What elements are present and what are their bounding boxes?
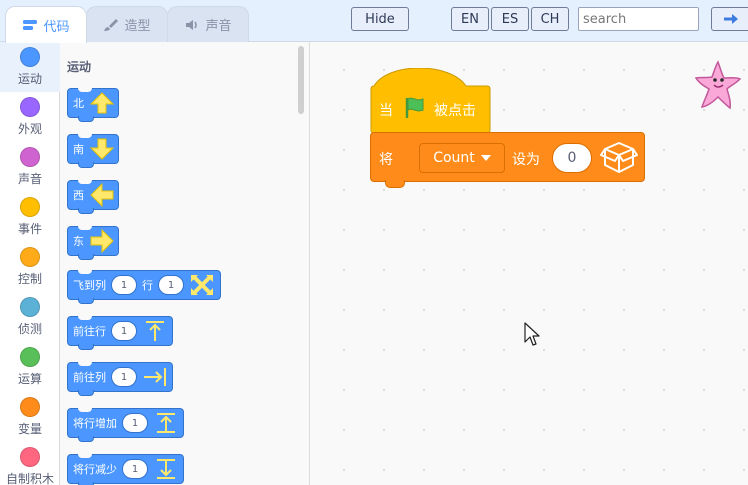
block-label: 北 [73,97,84,110]
category-sound[interactable]: 声音 [0,142,60,192]
category-events[interactable]: 事件 [0,192,60,242]
category-dot [20,47,40,67]
block-label: 将行减少 [73,463,117,476]
category-my-blocks[interactable]: 自制积木 [0,442,60,485]
set-middle-label: 设为 [512,152,540,168]
category-control[interactable]: 控制 [0,242,60,292]
block-label: 西 [73,189,84,202]
tab-code-label: 代码 [43,19,70,35]
hat-suffix-label: 被点击 [434,103,476,119]
arrow-up-bar-icon [146,321,164,341]
category-variables[interactable]: 变量 [0,392,60,442]
category-dot [20,347,40,367]
category-label: 侦测 [17,322,42,336]
palette-block-row-increase[interactable]: 将行增加 1 [67,408,184,442]
block-palette: 运动 北 南 西 东 飞到列 1 行 1 前往行 1 前往列 1 将行增加 1 … [60,42,310,485]
category-dot [20,297,40,317]
category-dot [20,397,40,417]
hat-prefix-label: 当 [379,103,393,119]
column-input[interactable]: 1 [111,275,137,295]
tab-sounds-label: 声音 [205,19,232,34]
amount-input[interactable]: 1 [122,459,148,479]
top-bar: 代码 造型 声音 Hide EN ES CH [0,0,748,43]
category-dot [20,197,40,217]
category-dot [20,247,40,267]
go-button[interactable] [711,7,748,31]
arrow-down-bar-icon [157,459,175,479]
category-dot [20,97,40,117]
variable-dropdown[interactable]: Count [419,143,505,173]
set-variable-block[interactable]: 将 Count 设为 0 [370,132,645,188]
tab-code[interactable]: 代码 [5,6,87,43]
category-label: 变量 [17,422,42,436]
column-input[interactable]: 1 [111,367,137,387]
amount-input[interactable]: 1 [122,413,148,433]
category-dot [20,447,40,467]
block-label: 飞到列 [73,279,106,292]
mouse-cursor-icon [524,322,540,346]
palette-section-title: 运动 [67,60,92,74]
block-label: 南 [73,143,84,156]
category-menu: 运动 外观 声音 事件 控制 侦测 运算 变量 自制积木 [0,42,60,485]
script-workspace[interactable]: 当 被点击 将 Count 设为 0 [310,42,748,485]
palette-block-south[interactable]: 南 [67,134,119,168]
category-motion[interactable]: 运动 [0,42,60,92]
lang-es-button[interactable]: ES [491,7,529,31]
block-label: 前往列 [73,371,106,384]
tab-costumes-label: 造型 [124,19,151,34]
green-flag-icon [405,97,424,118]
search-input[interactable] [578,7,699,31]
when-flag-clicked-block[interactable]: 当 被点击 [370,68,491,134]
palette-block-north[interactable]: 北 [67,88,119,122]
category-looks[interactable]: 外观 [0,92,60,142]
palette-scrollbar[interactable] [298,46,304,114]
arrow-left-icon [90,183,114,207]
speaker-icon [186,19,198,30]
starfish-sprite-icon[interactable] [694,60,742,110]
palette-block-fly-to[interactable]: 飞到列 1 行 1 [67,270,221,304]
set-prefix-label: 将 [379,152,393,168]
category-operators[interactable]: 运算 [0,342,60,392]
palette-block-go-to-row[interactable]: 前往行 1 [67,316,173,350]
row-input[interactable]: 1 [111,321,137,341]
palette-block-row-decrease[interactable]: 将行减少 1 [67,454,184,485]
hide-button[interactable]: Hide [351,7,409,31]
arrow-up-bar-icon [157,413,175,433]
palette-block-west[interactable]: 西 [67,180,119,214]
caret-down-icon [480,155,491,161]
category-dot [20,147,40,167]
lang-ch-button[interactable]: CH [531,7,569,31]
tab-costumes[interactable]: 造型 [86,6,168,42]
category-sensing[interactable]: 侦测 [0,292,60,342]
block-label: 行 [142,279,153,292]
category-label: 运算 [17,372,42,386]
lang-en-button[interactable]: EN [451,7,489,31]
palette-block-go-to-column[interactable]: 前往列 1 [67,362,173,396]
row-input[interactable]: 1 [158,275,184,295]
arrow-right-icon [724,14,738,24]
category-label: 控制 [17,272,42,286]
category-label: 外观 [17,122,42,136]
block-label: 将行增加 [73,417,117,430]
arrow-up-icon [89,92,115,114]
cross-arrows-icon [191,274,213,296]
block-label: 前往行 [73,325,106,338]
arrow-down-icon [89,138,115,160]
arrow-right-icon [90,229,114,253]
variable-name: Count [433,150,475,166]
category-label: 事件 [17,222,42,236]
code-icon [23,20,38,30]
category-label: 运动 [17,72,42,86]
arrow-right-bar-icon [144,368,166,386]
block-label: 东 [73,235,84,248]
value-input[interactable]: 0 [552,143,592,173]
category-label: 声音 [17,172,42,186]
category-label: 自制积木 [5,472,54,485]
palette-block-east[interactable]: 东 [67,226,119,260]
brush-icon [104,18,119,31]
tab-sounds[interactable]: 声音 [167,6,249,42]
box-icon [600,142,638,173]
